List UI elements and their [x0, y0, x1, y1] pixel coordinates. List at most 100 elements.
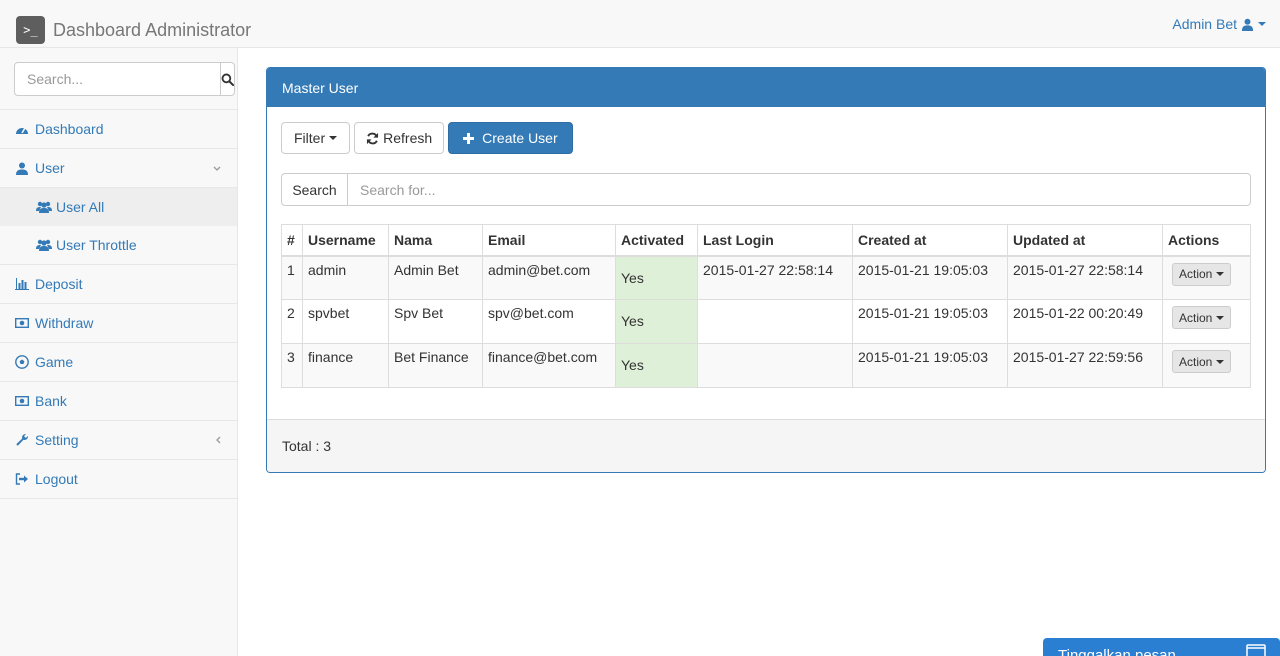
user-menu-label: Admin Bet [1172, 16, 1237, 32]
wrench-icon [15, 433, 29, 447]
search-icon [221, 73, 234, 86]
cell-activated: Yes [615, 255, 698, 300]
sidebar-search [14, 62, 235, 96]
cell-username: admin [302, 255, 389, 300]
sidebar-item-user[interactable]: User [0, 149, 237, 188]
dashboard-icon [15, 122, 29, 136]
sidebar-item-game[interactable]: Game [0, 343, 237, 382]
sidebar-item-logout[interactable]: Logout [0, 460, 237, 499]
sidebar-search-button[interactable] [221, 62, 235, 96]
cell-last-login [697, 299, 853, 344]
cell-updated-at: 2015-01-27 22:58:14 [1007, 255, 1163, 300]
sidebar-item-user-all[interactable]: User All [0, 188, 237, 226]
plus-icon [463, 132, 475, 144]
cell-email: admin@bet.com [482, 255, 616, 300]
filter-button-label: Filter [294, 130, 326, 146]
cell-updated-at: 2015-01-22 00:20:49 [1007, 299, 1163, 344]
panel-toolbar: Filter Refresh Create User [281, 122, 573, 154]
cell-actions: Action [1162, 255, 1251, 300]
cell-nama: Bet Finance [388, 343, 483, 388]
chat-widget[interactable]: Tinggalkan pesan [1043, 638, 1280, 656]
chat-widget-label: Tinggalkan pesan [1058, 647, 1176, 656]
sidebar-item-label: User Throttle [56, 237, 137, 253]
cell-created-at: 2015-01-21 19:05:03 [852, 255, 1008, 300]
refresh-button-label: Refresh [383, 130, 433, 146]
chevron-left-icon [215, 433, 221, 447]
column-header-last-login[interactable]: Last Login [697, 224, 853, 257]
users-icon [36, 200, 52, 214]
table-search-button[interactable]: Search [281, 173, 348, 206]
cell-actions: Action [1162, 299, 1251, 344]
money-icon [15, 394, 29, 408]
caret-down-icon [329, 136, 338, 140]
terminal-logo-icon: >_ [16, 16, 45, 44]
sign-out-icon [15, 472, 29, 486]
column-header-email[interactable]: Email [482, 224, 616, 257]
cell-username: spvbet [302, 299, 389, 344]
sidebar-item-withdraw[interactable]: Withdraw [0, 304, 237, 343]
panel-footer-total: Total : 3 [267, 419, 1265, 472]
cell-nama: Spv Bet [388, 299, 483, 344]
chat-window-icon [1246, 644, 1266, 656]
sidebar-item-deposit[interactable]: Deposit [0, 265, 237, 304]
sidebar-item-dashboard[interactable]: Dashboard [0, 110, 237, 149]
sidebar-item-setting[interactable]: Setting [0, 421, 237, 460]
soccer-ball-icon [15, 355, 29, 369]
filter-button[interactable]: Filter [281, 122, 351, 154]
sidebar-item-label: User All [56, 199, 105, 215]
create-user-button-label: Create User [482, 130, 558, 146]
refresh-button[interactable]: Refresh [354, 122, 445, 154]
cell-created-at: 2015-01-21 19:05:03 [852, 343, 1008, 388]
table-row: 1 admin Admin Bet admin@bet.com Yes 2015… [281, 255, 1251, 300]
table-search: Search [281, 173, 1251, 206]
sidebar-item-label: Deposit [35, 276, 83, 292]
cell-no: 3 [281, 343, 303, 388]
column-header-username[interactable]: Username [302, 224, 389, 257]
cell-last-login [697, 343, 853, 388]
sidebar-item-label: Bank [35, 393, 67, 409]
users-table: # Username Nama Email Activated Last Log… [281, 224, 1251, 388]
table-row: 3 finance Bet Finance finance@bet.com Ye… [281, 343, 1251, 388]
column-header-updated-at[interactable]: Updated at [1007, 224, 1163, 257]
sidebar-subnav-user: User All User Throttle [0, 188, 237, 265]
cell-updated-at: 2015-01-27 22:59:56 [1007, 343, 1163, 388]
panel-title: Master User [267, 68, 1265, 107]
row-action-label: Action [1179, 310, 1213, 325]
top-navbar: >_ Dashboard Administrator Admin Bet [0, 0, 1280, 48]
row-action-button[interactable]: Action [1172, 350, 1232, 373]
master-user-panel: Master User Filter Refresh Create User S… [266, 67, 1266, 473]
sidebar-item-bank[interactable]: Bank [0, 382, 237, 421]
caret-down-icon [1216, 272, 1225, 276]
brand[interactable]: >_ Dashboard Administrator [16, 16, 251, 44]
cell-email: spv@bet.com [482, 299, 616, 344]
row-action-label: Action [1179, 267, 1213, 281]
sidebar-nav: Dashboard User User All User Throttle De… [0, 109, 237, 499]
user-menu-dropdown[interactable]: Admin Bet [1172, 16, 1266, 32]
user-icon [1241, 18, 1254, 31]
sidebar-search-input[interactable] [14, 62, 221, 96]
sidebar-item-label: Dashboard [35, 121, 104, 137]
cell-username: finance [302, 343, 389, 388]
row-action-button[interactable]: Action [1172, 262, 1232, 286]
users-icon [36, 238, 52, 252]
row-action-button[interactable]: Action [1172, 306, 1232, 329]
cell-nama: Admin Bet [388, 255, 483, 300]
sidebar-item-label: User [35, 160, 65, 176]
column-header-no[interactable]: # [281, 224, 303, 257]
sidebar-item-label: Game [35, 354, 74, 370]
cell-activated: Yes [615, 343, 698, 388]
table-search-input[interactable] [348, 173, 1251, 206]
cell-no: 1 [281, 255, 303, 300]
chevron-down-icon [213, 161, 221, 175]
column-header-created-at[interactable]: Created at [852, 224, 1008, 257]
table-header-row: # Username Nama Email Activated Last Log… [281, 224, 1251, 257]
column-header-nama[interactable]: Nama [388, 224, 483, 257]
caret-down-icon [1258, 22, 1266, 26]
column-header-activated[interactable]: Activated [615, 224, 698, 257]
create-user-button[interactable]: Create User [448, 122, 573, 154]
user-icon [15, 161, 29, 175]
sidebar-item-user-throttle[interactable]: User Throttle [0, 226, 237, 264]
brand-title: Dashboard Administrator [53, 19, 252, 40]
cell-no: 2 [281, 299, 303, 344]
sidebar-item-label: Setting [35, 432, 79, 448]
